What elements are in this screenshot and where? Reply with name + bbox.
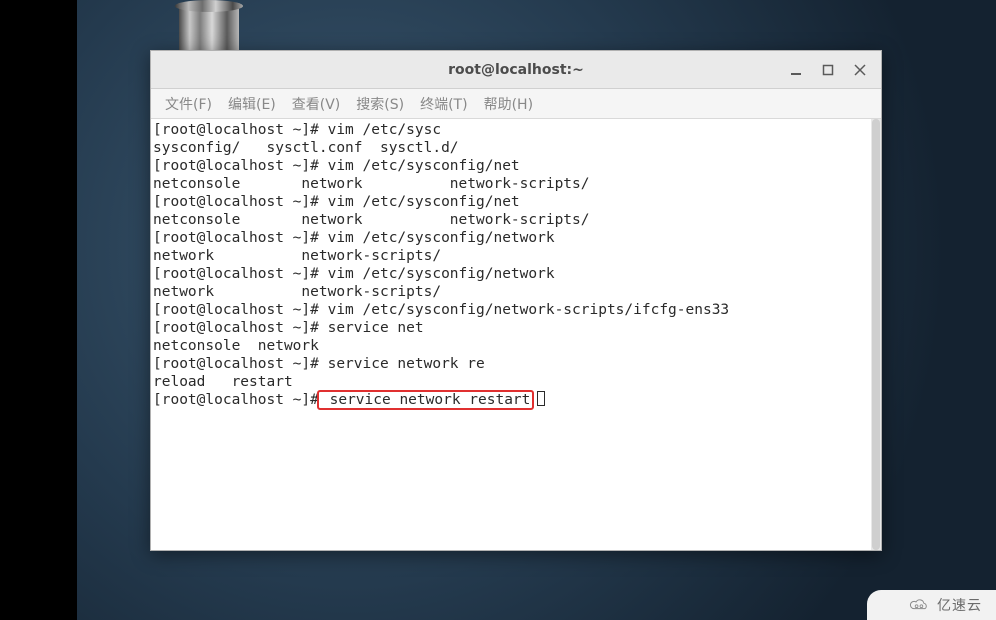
terminal-window: root@localhost:~ 文件(F) 编辑(E) 查看(V) 搜索(S)… bbox=[150, 50, 882, 551]
scrollbar-thumb[interactable] bbox=[872, 119, 880, 550]
maximize-button[interactable] bbox=[821, 63, 835, 77]
terminal-output[interactable]: [root@localhost ~]# vim /etc/sysc syscon… bbox=[151, 119, 881, 550]
menu-view[interactable]: 查看(V) bbox=[284, 91, 349, 117]
left-taskbar bbox=[0, 0, 77, 620]
minimize-button[interactable] bbox=[789, 63, 803, 77]
menubar: 文件(F) 编辑(E) 查看(V) 搜索(S) 终端(T) 帮助(H) bbox=[151, 89, 881, 119]
menu-search[interactable]: 搜索(S) bbox=[348, 91, 412, 117]
titlebar[interactable]: root@localhost:~ bbox=[151, 51, 881, 89]
highlighted-command: service network restart bbox=[317, 390, 535, 410]
trash-can-icon[interactable] bbox=[175, 0, 243, 50]
terminal-cursor bbox=[537, 391, 545, 406]
window-title: root@localhost:~ bbox=[448, 62, 584, 78]
terminal-body[interactable]: [root@localhost ~]# vim /etc/sysc syscon… bbox=[151, 119, 881, 550]
menu-edit[interactable]: 编辑(E) bbox=[220, 91, 284, 117]
menu-file[interactable]: 文件(F) bbox=[157, 91, 220, 117]
watermark-text: 亿速云 bbox=[937, 595, 982, 615]
menu-help[interactable]: 帮助(H) bbox=[476, 91, 541, 117]
menu-terminal[interactable]: 终端(T) bbox=[412, 91, 475, 117]
desktop: root@localhost:~ 文件(F) 编辑(E) 查看(V) 搜索(S)… bbox=[0, 0, 996, 620]
cloud-icon bbox=[907, 595, 931, 615]
window-controls bbox=[789, 51, 875, 89]
close-button[interactable] bbox=[853, 63, 867, 77]
watermark: 亿速云 bbox=[867, 590, 996, 620]
scrollbar[interactable] bbox=[871, 119, 881, 550]
